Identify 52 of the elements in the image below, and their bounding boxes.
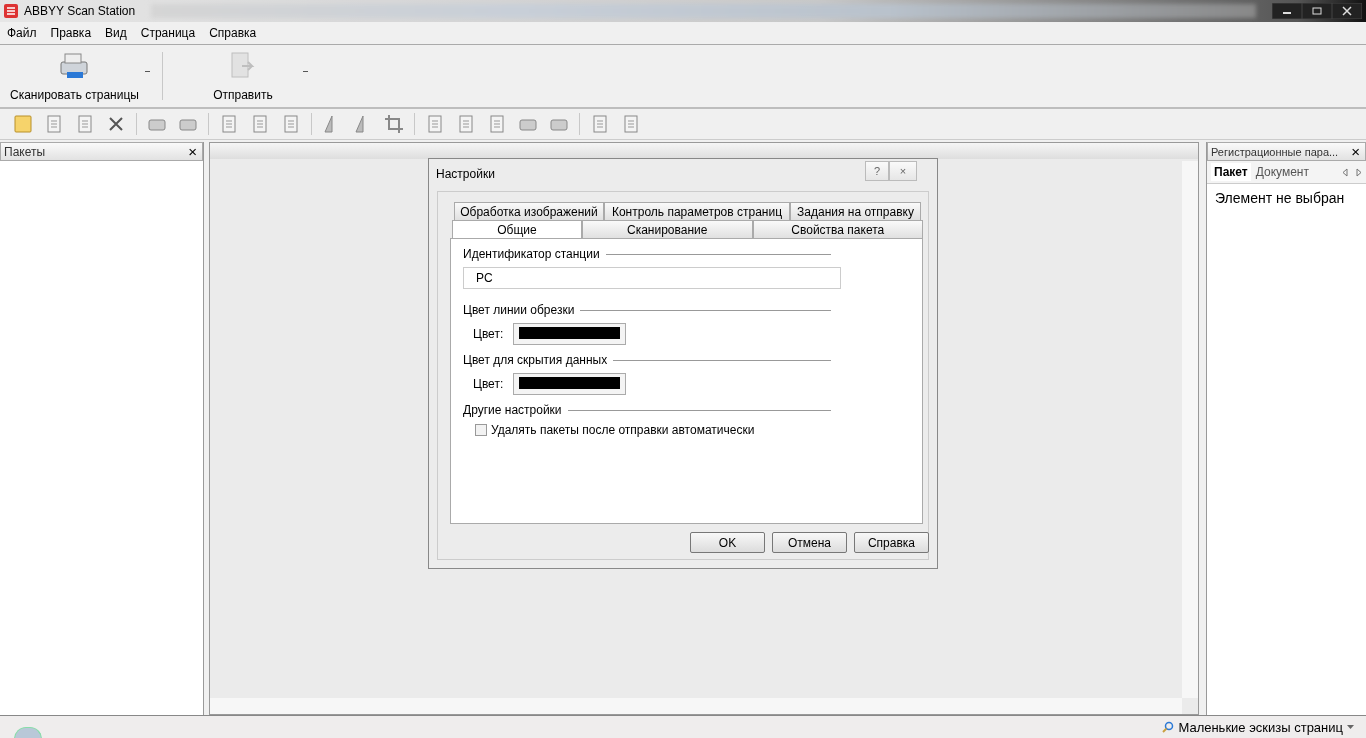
minimize-icon[interactable] <box>1272 3 1302 19</box>
dialog-button[interactable]: Справка <box>854 532 929 553</box>
panel-title: Регистрационные пара... <box>1211 145 1339 158</box>
close-button[interactable]: × <box>889 161 917 181</box>
scrollbar[interactable] <box>210 698 1182 714</box>
dialog-tab[interactable]: Задания на отправку <box>790 202 921 220</box>
toolbar-button[interactable]: Сканировать страницы <box>4 48 145 104</box>
dialog-title: Настройки <box>436 167 495 181</box>
dialog-tab[interactable]: Обработка изображений <box>454 202 604 220</box>
group-title: Идентификатор станции <box>463 247 600 261</box>
tab-scroll-arrows-icon[interactable] <box>1342 167 1362 177</box>
checkbox-label: Удалять пакеты после отправки автоматически <box>491 423 755 437</box>
panel-tab[interactable]: Документ <box>1252 163 1312 181</box>
close-button[interactable]: × <box>1349 144 1362 159</box>
menu-item[interactable]: Страница <box>133 26 203 40</box>
dialog-button[interactable]: Отмена <box>772 532 847 553</box>
color-label: Цвет: <box>473 327 504 341</box>
group-title: Другие настройки <box>463 403 562 417</box>
color-label: Цвет: <box>473 377 504 391</box>
window-title: ABBYY Scan Station <box>24 4 136 18</box>
group-title: Цвет для скрытия данных <box>463 353 608 367</box>
help-button[interactable]: ? <box>865 161 889 181</box>
magnifier-icon <box>1162 721 1175 733</box>
menu-item[interactable]: Справка <box>202 26 264 40</box>
dialog-tab[interactable]: Общие <box>452 220 582 238</box>
color-picker-button[interactable] <box>513 373 627 395</box>
panel-title: Пакеты <box>4 144 46 159</box>
dropdown-caret-icon[interactable] <box>302 70 308 72</box>
app-logo-icon <box>4 4 18 18</box>
group-title: Цвет линии обрезки <box>463 303 575 317</box>
dropdown-caret-icon[interactable] <box>144 70 150 72</box>
checkbox[interactable] <box>475 424 487 436</box>
dialog-tab[interactable]: Сканирование <box>582 220 753 238</box>
close-button[interactable]: × <box>186 144 199 159</box>
empty-message: Элемент не выбран <box>1215 190 1345 206</box>
crop-icon[interactable] <box>383 113 405 135</box>
dialog-button[interactable]: OK <box>690 532 765 553</box>
dialog-tab[interactable]: Свойства пакета <box>752 220 923 238</box>
close-icon[interactable] <box>1332 3 1362 19</box>
color-picker-button[interactable] <box>513 323 627 345</box>
dialog-tab[interactable]: Контроль параметров страниц <box>604 202 790 220</box>
folder-icon[interactable] <box>12 113 34 135</box>
start-button-icon[interactable] <box>14 727 42 738</box>
menu-item[interactable]: Файл <box>0 26 44 40</box>
panel-tab[interactable]: Пакет <box>1211 163 1251 181</box>
view-mode-dropdown[interactable]: Маленькие эскизы страниц <box>1156 718 1360 736</box>
scrollbar[interactable] <box>1182 161 1198 698</box>
menu-item[interactable]: Вид <box>98 26 134 40</box>
menu-item[interactable]: Правка <box>43 26 99 40</box>
caret-icon <box>1347 725 1354 729</box>
restore-icon[interactable] <box>1302 3 1332 19</box>
station-id-field[interactable]: PC <box>463 267 841 289</box>
